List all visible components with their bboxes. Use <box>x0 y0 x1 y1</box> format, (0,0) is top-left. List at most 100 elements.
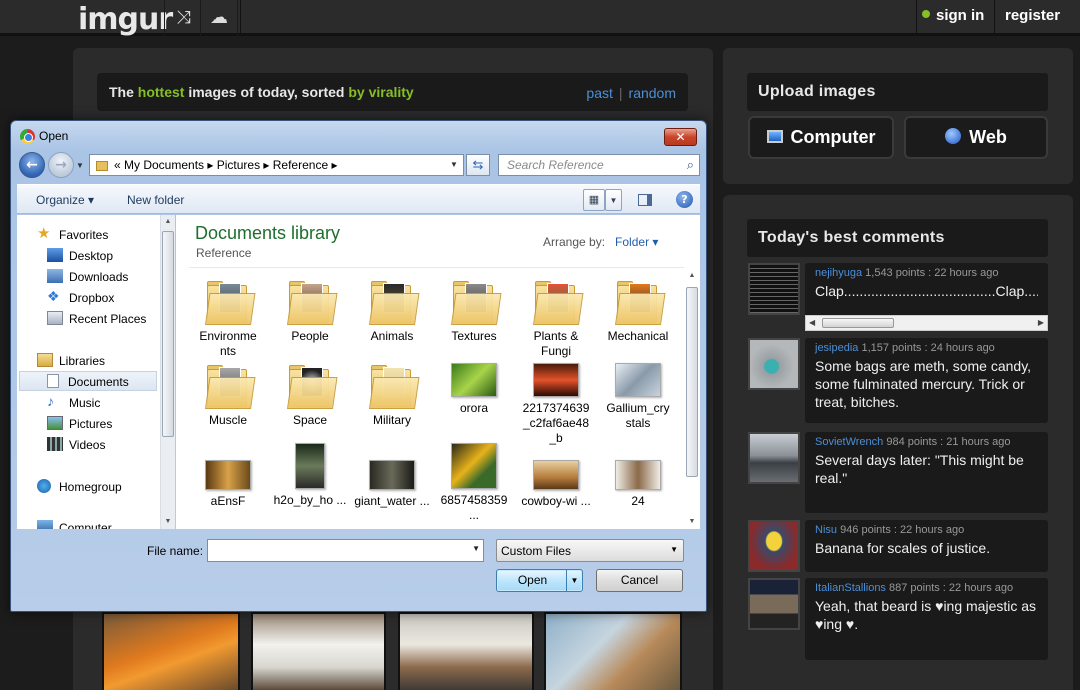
image-item[interactable]: 2217374639 _c2faf6ae48 _b <box>518 363 594 446</box>
comment-meta: Nisu 946 points : 22 hours ago <box>815 524 1038 537</box>
image-item[interactable]: giant_water ... <box>354 460 430 509</box>
divider <box>189 267 684 268</box>
register-link[interactable]: register <box>1005 7 1060 24</box>
view-mode-button[interactable]: ▦ <box>583 189 605 211</box>
view-grid-icon: ▦ <box>588 194 600 206</box>
breadcrumb[interactable]: « My Documents ▸ Pictures ▸ Reference ▸ <box>114 158 337 172</box>
folder-item[interactable]: Military <box>354 363 430 428</box>
folder-item[interactable]: Environme nts <box>190 279 266 359</box>
refresh-button[interactable]: ⇆ <box>466 154 490 176</box>
image-item[interactable]: h2o_by_ho ... <box>272 443 348 508</box>
navigation-pane: ★ Favorites Desktop Downloads ❖ Dropbox Re… <box>17 215 175 529</box>
folder-item[interactable]: People <box>272 279 348 344</box>
scroll-up-icon[interactable]: ▲ <box>685 269 699 283</box>
random-link[interactable]: random <box>629 85 676 101</box>
upload-computer-button[interactable]: Computer <box>748 116 894 159</box>
navpane-scrollbar[interactable]: ▲ ▼ <box>160 215 175 529</box>
comment-thumbnail[interactable] <box>748 338 800 390</box>
image-item[interactable]: 24 <box>600 460 676 509</box>
cloud-upload-icon[interactable]: ☁ <box>200 0 238 36</box>
arrange-dropdown[interactable]: Folder ▾ <box>615 235 658 249</box>
sign-in-link[interactable]: sign in <box>922 7 984 24</box>
open-button[interactable]: Open ▼ <box>496 569 583 592</box>
file-type-select[interactable]: Custom Files ▼ <box>496 539 684 562</box>
scroll-left-icon[interactable]: ◀ <box>809 318 815 327</box>
comment-thumbnail[interactable] <box>748 432 800 484</box>
scroll-right-icon[interactable]: ▶ <box>1038 318 1044 327</box>
file-list: Documents library Reference Arrange by: F… <box>176 215 700 529</box>
back-button[interactable]: ← <box>19 152 45 178</box>
recent-pages-dropdown-icon[interactable]: ▼ <box>76 161 84 170</box>
comment-points: 887 points : 22 hours ago <box>885 582 1014 594</box>
comment-user[interactable]: jesipedia <box>815 342 858 354</box>
scroll-down-icon[interactable]: ▼ <box>161 515 175 529</box>
comment-text: Banana for scales of justice. <box>815 540 991 556</box>
close-button[interactable]: ✕ <box>664 128 697 146</box>
image-item[interactable]: cowboy-wi ... <box>518 460 594 509</box>
image-item[interactable]: 6857458359 ... <box>436 443 512 523</box>
file-list-scrollbar[interactable]: ▲ ▼ <box>685 269 700 529</box>
comment-thumbnail[interactable] <box>748 578 800 630</box>
folder-icon <box>96 160 108 171</box>
folder-item[interactable]: Plants & Fungi <box>518 279 594 359</box>
search-input[interactable]: Search Reference ⌕ <box>498 154 700 176</box>
comment-body: jesipedia 1,157 points : 24 hours ago So… <box>805 338 1048 423</box>
folder-item[interactable]: Space <box>272 363 348 428</box>
organize-button[interactable]: Organize ▾ <box>36 193 94 207</box>
comment-thumbnail[interactable] <box>748 263 800 315</box>
folder-item[interactable]: Mechanical <box>600 279 676 344</box>
address-bar[interactable]: « My Documents ▸ Pictures ▸ Reference ▸ … <box>89 154 464 176</box>
virality-link[interactable]: by virality <box>348 84 413 100</box>
forward-arrow-icon: → <box>55 157 67 173</box>
item-label: giant_water ... <box>354 494 430 508</box>
nav-documents[interactable]: Documents <box>19 371 157 391</box>
cancel-button[interactable]: Cancel <box>596 569 683 592</box>
view-dropdown-button[interactable]: ▼ <box>605 189 622 211</box>
image-item[interactable]: aEnsF <box>190 460 266 509</box>
image-item[interactable]: orora <box>436 363 512 416</box>
new-folder-button[interactable]: New folder <box>127 193 184 207</box>
folder-icon <box>287 363 338 409</box>
scroll-thumb[interactable] <box>162 231 174 437</box>
scroll-thumb[interactable] <box>686 287 698 477</box>
comment-user[interactable]: nejihyuga <box>815 267 862 279</box>
open-split-dropdown-icon[interactable]: ▼ <box>566 570 582 591</box>
chevron-down-icon[interactable]: ▼ <box>472 544 480 553</box>
gallery-thumbnail[interactable] <box>398 612 534 690</box>
folder-item[interactable]: Textures <box>436 279 512 344</box>
comment-thumbnail[interactable] <box>748 520 800 572</box>
item-label: aEnsF <box>210 494 246 508</box>
image-thumbnail <box>451 363 497 397</box>
help-icon[interactable]: ? <box>676 191 693 208</box>
gallery-thumbnail[interactable] <box>544 612 682 690</box>
image-thumbnail <box>533 363 579 397</box>
past-link[interactable]: past <box>586 85 612 101</box>
upload-title: Upload images <box>747 73 1048 111</box>
shuffle-icon[interactable]: ⤨ <box>164 0 202 36</box>
top-bar: imgur ⤨ ☁ sign in register <box>0 0 1080 37</box>
comment-user[interactable]: SovietWrench <box>815 436 883 448</box>
scroll-thumb[interactable] <box>822 318 894 328</box>
scroll-down-icon[interactable]: ▼ <box>685 515 699 529</box>
horizontal-scrollbar[interactable]: ◀ ▶ <box>805 315 1048 331</box>
dialog-title: Open <box>39 129 69 143</box>
comment-user[interactable]: ItalianStallions <box>815 582 886 594</box>
image-item[interactable]: Gallium_cry stals <box>600 363 676 431</box>
gallery-thumbnail[interactable] <box>102 612 240 690</box>
comment-user[interactable]: Nisu <box>815 524 837 536</box>
hottest-link[interactable]: hottest <box>138 84 185 100</box>
item-label: h2o_by_ho ... <box>273 493 347 507</box>
open-label: Open <box>517 573 548 587</box>
folder-item[interactable]: Muscle <box>190 363 266 428</box>
preview-pane-button[interactable] <box>633 189 657 211</box>
folder-item[interactable]: Animals <box>354 279 430 344</box>
file-name-input[interactable]: ▼ <box>207 539 484 562</box>
scroll-up-icon[interactable]: ▲ <box>161 215 175 229</box>
upload-web-button[interactable]: Web <box>904 116 1048 159</box>
forward-button[interactable]: → <box>48 152 74 178</box>
item-label: 24 <box>631 494 645 508</box>
address-dropdown-icon[interactable]: ▼ <box>445 155 463 175</box>
item-label: orora <box>459 401 488 415</box>
imgur-logo[interactable]: imgur <box>78 2 173 37</box>
gallery-thumbnail[interactable] <box>251 612 386 690</box>
